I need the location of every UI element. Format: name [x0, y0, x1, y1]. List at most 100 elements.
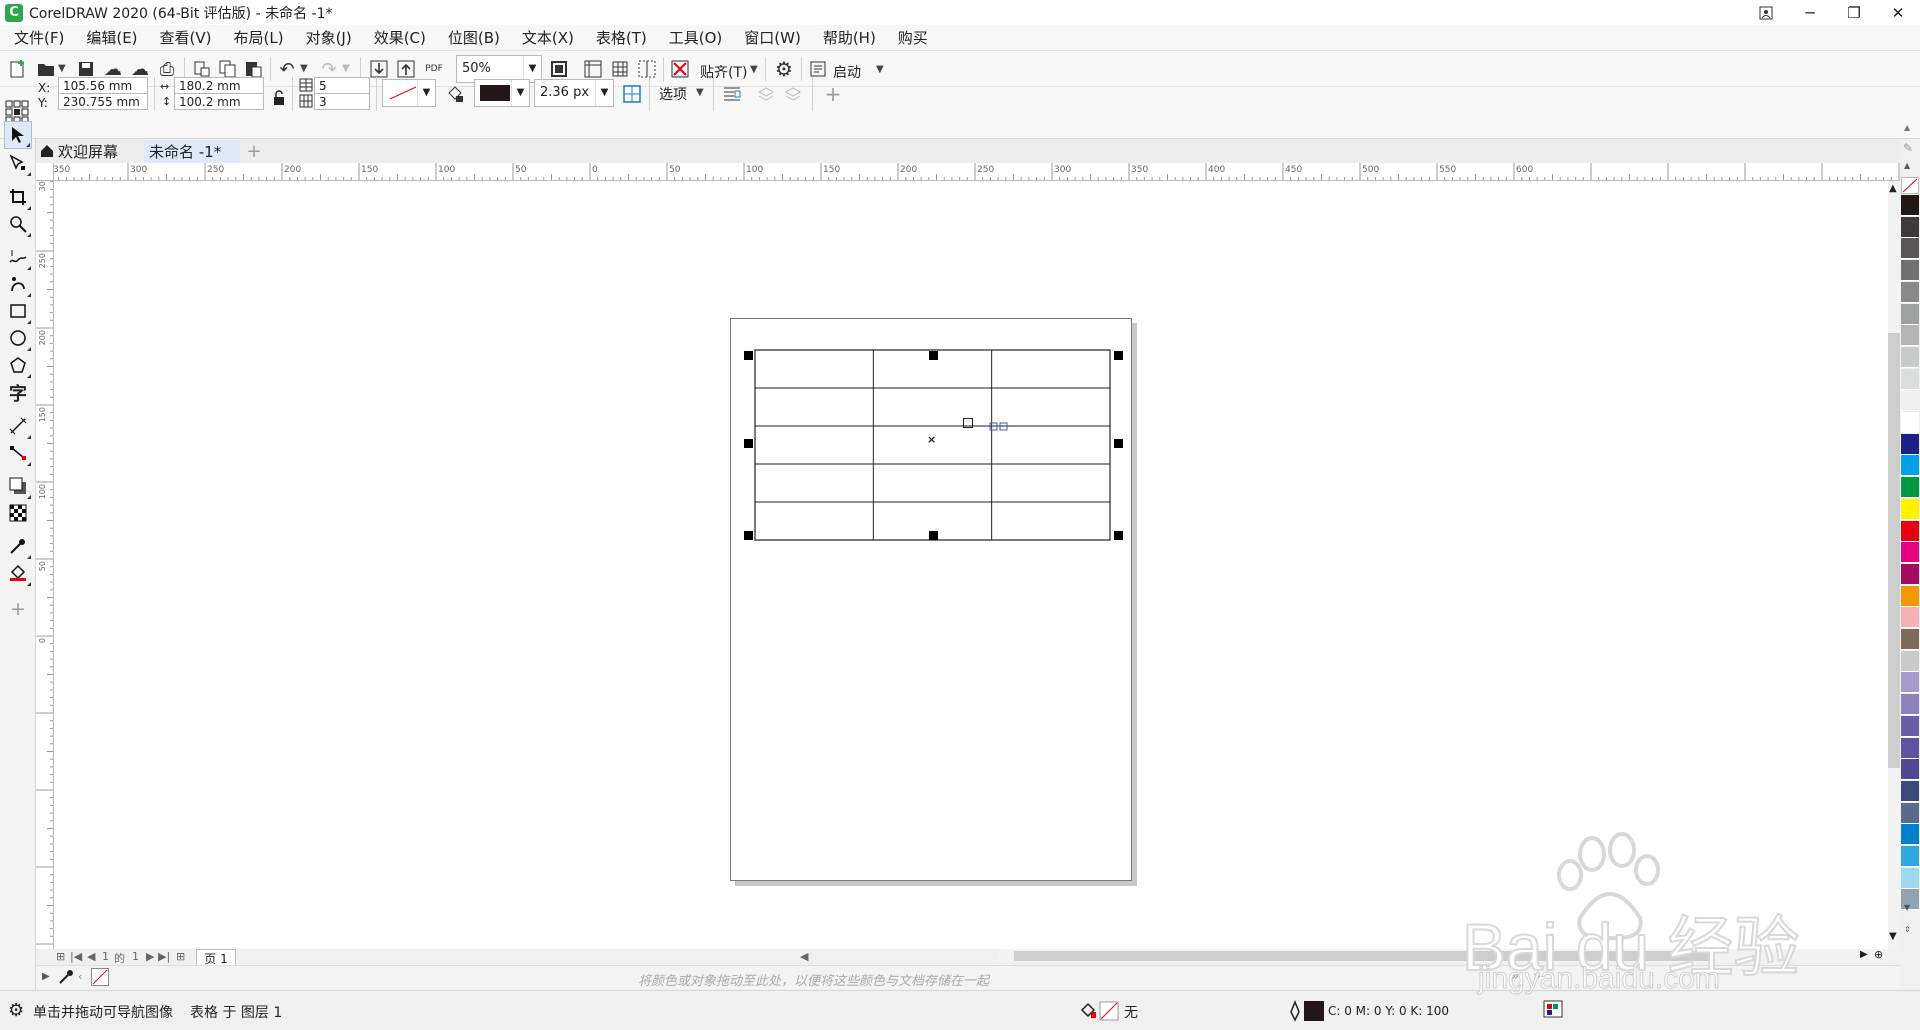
palette-color-swatch[interactable] [1901, 650, 1919, 672]
polygon-tool-icon[interactable] [4, 351, 32, 379]
status-settings-gear-icon[interactable]: ⚙ [8, 1000, 24, 1021]
show-guidelines-icon[interactable] [634, 56, 660, 82]
connector-tool-icon[interactable] [4, 439, 32, 467]
text-tool-icon[interactable]: 字 [4, 379, 32, 407]
menu-window[interactable]: 窗口(W) [733, 27, 812, 48]
palette-color-swatch[interactable] [1901, 520, 1919, 542]
y-position-field[interactable]: 230.755 mm [58, 93, 148, 110]
palette-color-swatch[interactable] [1901, 303, 1919, 325]
palette-color-swatch[interactable] [1901, 346, 1919, 368]
menu-tools[interactable]: 工具(O) [658, 27, 734, 48]
menu-text[interactable]: 文本(X) [511, 27, 585, 48]
new-document-icon[interactable] [5, 56, 31, 82]
palette-color-swatch[interactable] [1901, 629, 1919, 650]
docbar-no-color-swatch[interactable] [91, 968, 109, 986]
scroll-down-arrow-icon[interactable]: ▼ [1889, 931, 1897, 942]
rows-spinbox[interactable]: 5 [314, 77, 370, 94]
palette-color-swatch[interactable] [1901, 715, 1919, 737]
selection-handle-middle-right[interactable] [1114, 439, 1123, 448]
docbar-eyedropper-icon[interactable] [58, 969, 74, 989]
shape-tool-icon[interactable] [4, 149, 32, 177]
outline-width-dropdown-arrow-icon[interactable]: ▼ [595, 80, 613, 106]
tab-welcome-screen[interactable]: 欢迎屏幕 [58, 140, 142, 163]
palette-color-swatch[interactable] [1901, 824, 1919, 846]
palette-color-swatch[interactable] [1901, 455, 1919, 477]
menu-table[interactable]: 表格(T) [585, 27, 658, 48]
menu-layout[interactable]: 布局(L) [223, 27, 295, 48]
page-tab-1[interactable]: 页 1 [196, 949, 236, 966]
color-eyedropper-tool-icon[interactable] [4, 532, 32, 560]
selection-handle-top-left[interactable] [744, 351, 753, 360]
vertical-ruler[interactable]: 300 250 200 150 100 50 0 [36, 181, 54, 949]
zoom-tool-icon[interactable] [4, 210, 32, 238]
close-button[interactable]: ✕ [1876, 0, 1920, 25]
selection-handle-top-right[interactable] [1114, 351, 1123, 360]
interactive-fill-tool-icon[interactable] [4, 559, 32, 587]
palette-color-swatch[interactable] [1901, 195, 1919, 216]
docbar-left-arrow-icon[interactable]: ‹ [78, 970, 82, 983]
launch-label[interactable]: 启动 [833, 62, 861, 82]
background-fill-icon[interactable] [442, 81, 468, 107]
text-wrap-icon[interactable] [719, 81, 745, 107]
height-field[interactable]: 100.2 mm [174, 93, 264, 110]
palette-color-swatch[interactable] [1901, 780, 1919, 802]
palette-color-swatch[interactable] [1901, 607, 1919, 629]
background-color-dropdown-arrow-icon[interactable]: ▼ [511, 80, 529, 106]
palette-color-swatch[interactable] [1901, 694, 1919, 716]
palette-color-swatch[interactable] [1901, 585, 1919, 607]
open-dropdown-arrow-icon[interactable]: ▼ [58, 63, 66, 74]
last-page-icon[interactable]: ▶| [158, 950, 170, 963]
width-field[interactable]: 180.2 mm [174, 77, 264, 94]
palette-up-arrow-icon[interactable]: ▲ [1904, 161, 1910, 170]
zoom-navigator-icon[interactable]: ⊕ [1874, 948, 1883, 961]
outline-pen-icon[interactable] [1288, 999, 1302, 1026]
outline-style-picker[interactable]: ▼ [382, 79, 436, 107]
no-color-swatch[interactable] [1901, 177, 1919, 194]
outline-style-dropdown-arrow-icon[interactable]: ▼ [417, 80, 435, 106]
menu-edit[interactable]: 编辑(E) [75, 27, 148, 48]
selection-handle-middle-left[interactable] [744, 439, 753, 448]
lock-ratio-icon[interactable] [266, 85, 292, 111]
add-page-after-icon[interactable]: ⊞ [176, 950, 185, 963]
table-options-label[interactable]: 选项 [659, 84, 687, 104]
to-front-icon[interactable] [753, 81, 779, 107]
border-selection-icon[interactable] [619, 81, 645, 107]
open-folder-icon[interactable] [33, 56, 59, 82]
drop-shadow-tool-icon[interactable] [4, 472, 32, 500]
options-dropdown-arrow-icon[interactable]: ▼ [696, 87, 704, 98]
fill-indicator-icon[interactable] [1080, 1000, 1120, 1026]
add-tool-icon[interactable]: + [4, 595, 32, 623]
palette-color-swatch[interactable] [1901, 563, 1919, 585]
palette-color-swatch[interactable] [1901, 325, 1919, 347]
undo-dropdown-arrow-icon[interactable]: ▼ [300, 63, 308, 74]
menu-file[interactable]: 文件(F) [0, 27, 75, 48]
previous-page-icon[interactable]: ◀ [87, 950, 95, 963]
outline-color-swatch[interactable] [1304, 1001, 1324, 1021]
palette-color-swatch[interactable] [1901, 542, 1919, 564]
hscroll-left-arrow-icon[interactable]: ◀ [800, 950, 808, 963]
launch-app-icon[interactable] [805, 56, 831, 82]
palette-color-swatch[interactable] [1901, 433, 1919, 455]
menu-effects[interactable]: 效果(C) [363, 27, 437, 48]
palette-eyedropper-icon[interactable]: ✎ [1903, 141, 1913, 155]
menu-bitmaps[interactable]: 位图(B) [437, 27, 511, 48]
palette-color-swatch[interactable] [1901, 390, 1919, 412]
ellipse-tool-icon[interactable] [4, 324, 32, 352]
scroll-up-arrow-icon[interactable]: ▲ [1889, 183, 1897, 194]
home-icon[interactable] [36, 139, 58, 163]
outline-width-combo[interactable]: 2.36 px ▼ [534, 79, 614, 107]
new-tab-plus-icon[interactable]: + [244, 140, 264, 163]
menu-help[interactable]: 帮助(H) [812, 27, 887, 48]
palette-color-swatch[interactable] [1901, 477, 1919, 499]
add-page-before-icon[interactable]: ⊞ [56, 950, 65, 963]
minimize-button[interactable]: ─ [1788, 0, 1832, 25]
menu-buy[interactable]: 购买 [887, 27, 939, 48]
undo-icon[interactable]: ↶ [274, 56, 300, 82]
palette-color-swatch[interactable] [1901, 281, 1919, 303]
docbar-scroll-end-icon[interactable]: » [1533, 969, 1541, 984]
options-gear-icon[interactable]: ⚙ [771, 56, 797, 82]
x-position-field[interactable]: 105.56 mm [58, 77, 148, 94]
snap-dropdown-arrow-icon[interactable]: ▼ [750, 64, 758, 75]
snap-off-icon[interactable] [667, 56, 693, 82]
selection-handle-bottom-right[interactable] [1114, 531, 1123, 540]
